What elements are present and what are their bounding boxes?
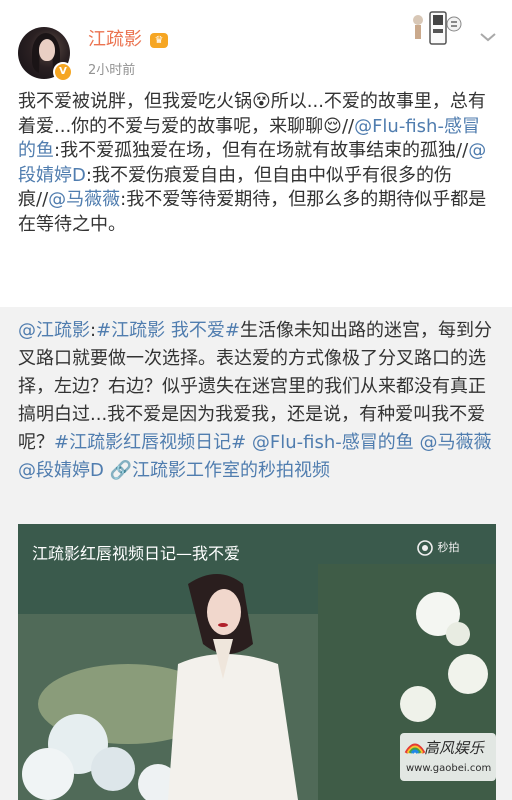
dizzy-emoji-icon: 😵 — [252, 91, 271, 112]
post-header: V 江疏影 ♛ 2小时前 — [0, 0, 512, 88]
repost-card[interactable]: @江疏影:#江疏影 我不爱#生活像未知出路的迷宫，每到分叉路口就要做一次选择。表… — [0, 307, 512, 800]
video-watermark-text: 秒拍 — [437, 541, 460, 554]
video-link[interactable]: 🔗江疏影工作室的秒拍视频 — [110, 460, 330, 481]
chevron-down-icon[interactable] — [478, 30, 498, 44]
topic-link[interactable]: #江疏影 我不爱# — [96, 320, 240, 341]
camera-icon — [417, 540, 433, 556]
brand-logo-icon — [404, 743, 426, 754]
brand-watermark-text: 高风娱乐 — [424, 739, 485, 757]
brand-watermark: 高风娱乐 www.gaobei.com — [400, 733, 496, 781]
topic-link[interactable]: #江疏影红唇视频日记# — [54, 432, 246, 453]
verified-v-icon: V — [53, 62, 73, 82]
mention-link[interactable]: @马薇薇 — [48, 189, 120, 210]
mention-link[interactable]: @Flu-fish-感冒的鱼 — [252, 432, 414, 453]
mention-link[interactable]: @段婧婷D — [18, 460, 104, 481]
post-body-text: 我不爱被说胖，但我爱吃火锅😵所以...不爱的故事里，总有着爱...你的不爱与爱的… — [18, 90, 496, 237]
mention-link[interactable]: @江疏影 — [18, 320, 90, 341]
video-title: 江疏影红唇视频日记—我不爱 — [32, 544, 241, 563]
post-text-segment: // — [341, 115, 355, 137]
post-text-segment: :我不爱孤独爱在场，但有在场就有故事结束的孤独// — [54, 140, 469, 161]
relieved-emoji-icon: 😌 — [323, 115, 342, 137]
brand-watermark-url: www.gaobei.com — [406, 763, 492, 774]
video-watermark: 秒拍 — [416, 539, 460, 557]
repost-body-text: @江疏影:#江疏影 我不爱#生活像未知出路的迷宫，每到分叉路口就要做一次选择。表… — [18, 317, 496, 485]
video-player[interactable]: 江疏影红唇视频日记—我不爱 秒拍 高风娱乐 www.gaobei.com — [18, 524, 496, 800]
avatar-face — [39, 39, 55, 61]
username[interactable]: 江疏影 — [88, 29, 142, 51]
card-decoration-icon — [413, 11, 462, 45]
vip-badge-icon[interactable]: ♛ — [150, 33, 168, 48]
post-timestamp: 2小时前 — [88, 63, 136, 78]
mention-link[interactable]: @马薇薇 — [420, 432, 492, 453]
post-text-segment: 我不爱被说胖，但我爱吃火锅 — [18, 91, 252, 112]
